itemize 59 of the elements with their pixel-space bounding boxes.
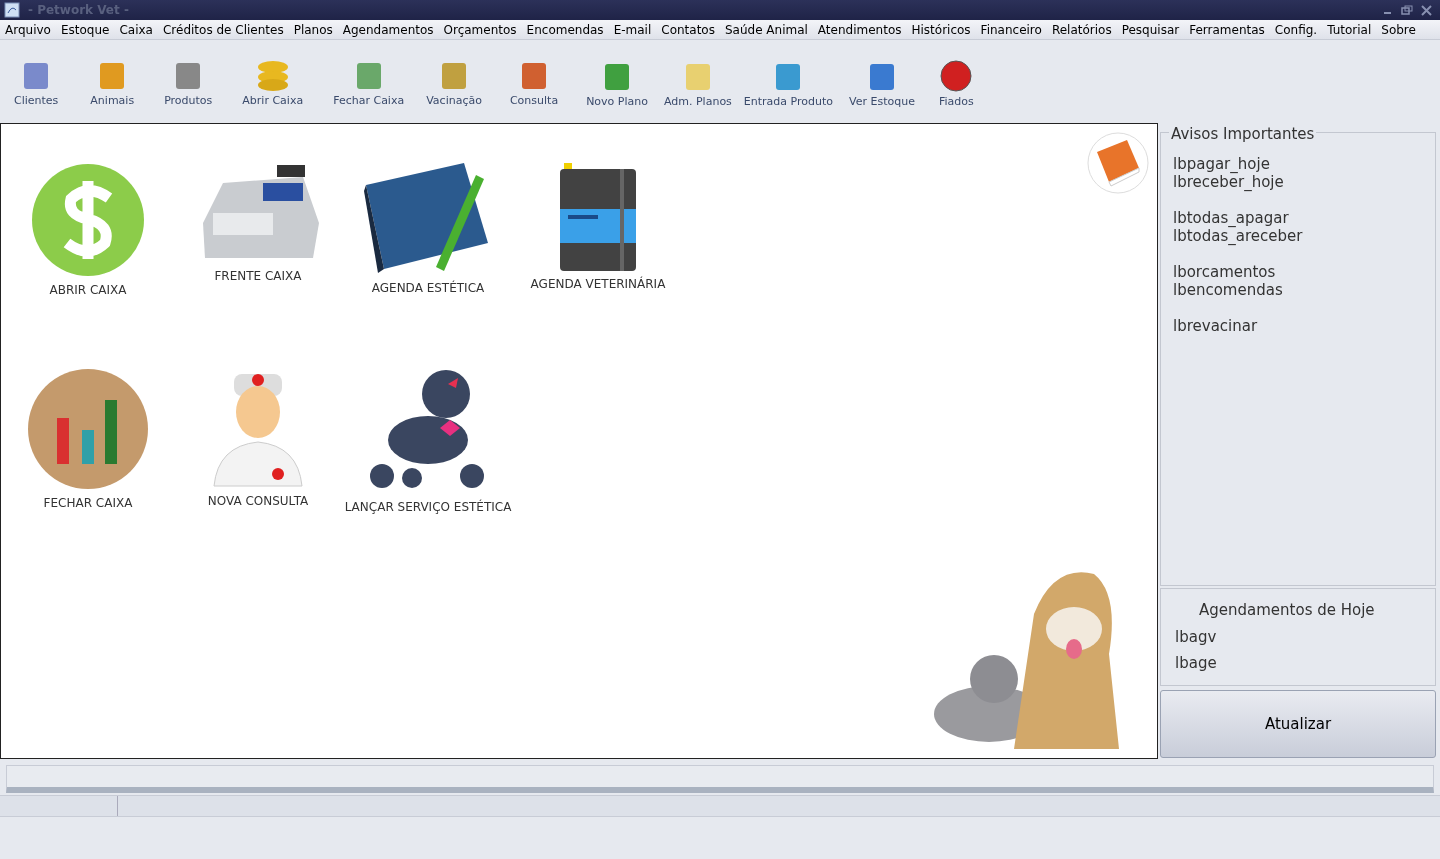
shortcut-button[interactable]: NOVA CONSULTA — [201, 367, 315, 511]
menu-item[interactable]: Config. — [1269, 20, 1323, 39]
shortcut-button[interactable]: FRENTE CAIXA — [187, 162, 329, 286]
notice-label: lbreceber_hoje — [1173, 173, 1285, 191]
menu-item[interactable]: Créditos de Clientes — [157, 20, 289, 39]
menu-item[interactable]: Saúde Animal — [719, 20, 813, 39]
menu-item[interactable]: Sobre — [1376, 20, 1421, 39]
toolbar-button[interactable]: Clientes — [14, 56, 59, 109]
toolbar-button[interactable]: Fechar Caixa — [333, 56, 405, 109]
menu-item[interactable]: Relatórios — [1046, 20, 1117, 39]
toolbar-button[interactable]: Entrada Produto — [743, 57, 834, 110]
toolbar-button[interactable]: Novo Plano — [586, 57, 648, 110]
refresh-button[interactable]: Atualizar — [1160, 690, 1436, 758]
notice-label: lbtodas_areceber — [1173, 227, 1304, 245]
appointment-label: lbage — [1175, 652, 1218, 674]
toolbar-button[interactable]: Fiados — [938, 57, 974, 110]
menu-item[interactable]: Agendamentos — [337, 20, 439, 39]
notice-label: lborcamentos — [1173, 263, 1277, 281]
menu-item[interactable]: Encomendas — [521, 20, 609, 39]
menu-item[interactable]: Atendimentos — [812, 20, 907, 39]
menu-item[interactable]: Caixa — [114, 20, 158, 39]
shortcut-button[interactable]: LANÇAR SERVIÇO ESTÉTICA — [338, 367, 518, 517]
menu-item[interactable]: E-mail — [608, 20, 657, 39]
toolbar-button[interactable]: Vacinação — [426, 56, 482, 109]
menu-item[interactable]: Orçamentos — [438, 20, 522, 39]
shortcut-button[interactable]: ABRIR CAIXA — [25, 162, 151, 300]
toolbar-icon — [939, 57, 974, 94]
menu-item[interactable]: Estoque — [55, 20, 115, 39]
menu-item[interactable]: Planos — [288, 20, 338, 39]
menu-item[interactable]: Históricos — [906, 20, 976, 39]
menu-item[interactable]: Contatos — [656, 20, 720, 39]
toolbar-button[interactable]: Abrir Caixa — [242, 56, 304, 109]
toolbar-button[interactable]: Animais — [90, 56, 135, 109]
notice-label: lbencomendas — [1173, 281, 1284, 299]
appointments-title: Agendamentos de Hoje — [1199, 600, 1376, 621]
shortcut-button[interactable]: FECHAR CAIXA — [21, 367, 155, 513]
appointment-label: lbagv — [1175, 626, 1218, 648]
menu-item[interactable]: Financeiro — [975, 20, 1047, 39]
dollar-coin-icon — [31, 163, 145, 277]
shortcut-button[interactable]: AGENDA ESTÉTICA — [358, 162, 498, 298]
notice-label: lbtodas_apagar — [1173, 209, 1290, 227]
menu-item[interactable]: Arquivo — [0, 20, 56, 39]
toolbar-button[interactable]: Produtos — [164, 56, 213, 109]
app-icon — [4, 2, 20, 18]
agenda-book-icon — [560, 163, 636, 271]
menu-item[interactable]: Pesquisar — [1116, 20, 1185, 39]
menu-item[interactable]: Tutorial — [1322, 20, 1377, 39]
toolbar-button[interactable]: Adm. Planos — [663, 57, 732, 110]
toolbar-button[interactable]: Ver Estoque — [849, 57, 915, 110]
help-book-icon[interactable] — [1087, 132, 1149, 194]
close-icon[interactable] — [1421, 4, 1432, 16]
restore-icon[interactable] — [1401, 5, 1413, 15]
shortcut-button[interactable]: AGENDA VETERINÁRIA — [524, 162, 672, 294]
toolbar-button[interactable]: Consulta — [509, 56, 559, 109]
menu-item[interactable]: Ferramentas — [1184, 20, 1270, 39]
window-title: - Petwork Vet - — [28, 2, 129, 19]
bar-chart-icon — [27, 368, 149, 490]
notice-label: lbpagar_hoje — [1173, 155, 1271, 173]
notice-label: lbrevacinar — [1173, 317, 1259, 335]
